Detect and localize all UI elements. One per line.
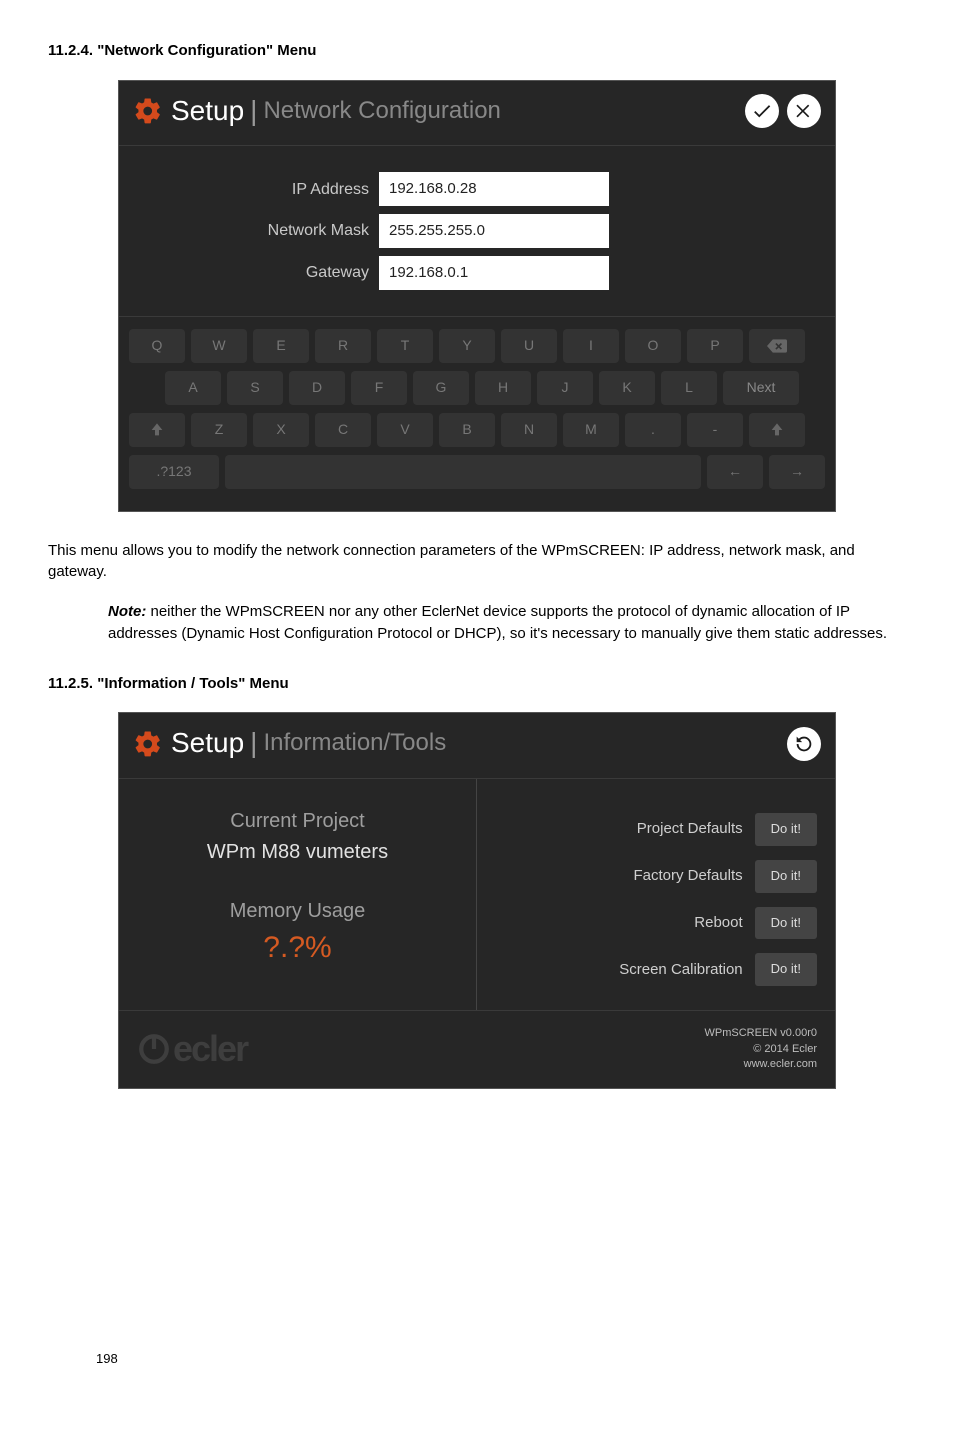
key-R[interactable]: R (315, 329, 371, 363)
title-main: Setup (171, 91, 244, 132)
key-shift[interactable] (129, 413, 185, 447)
key-W[interactable]: W (191, 329, 247, 363)
cancel-button[interactable] (787, 94, 821, 128)
key-L[interactable]: L (661, 371, 717, 405)
info-right-panel: Project Defaults Do it! Factory Defaults… (477, 779, 835, 1010)
title-sub: Network Configuration (263, 94, 500, 129)
project-defaults-label: Project Defaults (637, 818, 743, 840)
key-G[interactable]: G (413, 371, 469, 405)
key-M[interactable]: M (563, 413, 619, 447)
paragraph-network-desc: This menu allows you to modify the netwo… (48, 540, 906, 584)
screen-calibration-label: Screen Calibration (619, 959, 742, 981)
check-icon (751, 100, 773, 122)
key-mode[interactable]: .?123 (129, 455, 219, 489)
current-project-value: WPm M88 vumeters (129, 838, 466, 867)
key-O[interactable]: O (625, 329, 681, 363)
copyright-text: © 2014 Ecler (705, 1042, 817, 1057)
key-B[interactable]: B (439, 413, 495, 447)
key-right-arrow[interactable]: → (769, 455, 825, 489)
key-A[interactable]: A (165, 371, 221, 405)
screen-calibration-button[interactable]: Do it! (755, 953, 817, 986)
title-main: Setup (171, 723, 244, 764)
key-U[interactable]: U (501, 329, 557, 363)
key-J[interactable]: J (537, 371, 593, 405)
memory-usage-value: ?.?% (129, 926, 466, 970)
factory-defaults-button[interactable]: Do it! (755, 860, 817, 893)
key-X[interactable]: X (253, 413, 309, 447)
url-text: www.ecler.com (705, 1057, 817, 1072)
page-number: 198 (96, 1350, 118, 1369)
memory-usage-label: Memory Usage (129, 897, 466, 926)
key-Q[interactable]: Q (129, 329, 185, 363)
gateway-input[interactable]: 192.168.0.1 (379, 256, 609, 290)
network-fields: IP Address 192.168.0.28 Network Mask 255… (119, 146, 835, 316)
back-arrow-icon (793, 733, 815, 755)
title-separator: | (250, 91, 257, 132)
key-Z[interactable]: Z (191, 413, 247, 447)
title-bar: Setup | Network Configuration (119, 81, 835, 147)
version-text: WPmSCREEN v0.00r0 (705, 1026, 817, 1041)
factory-defaults-label: Factory Defaults (633, 865, 742, 887)
note-block: Note: neither the WPmSCREEN nor any othe… (48, 601, 906, 645)
key-left-arrow[interactable]: ← (707, 455, 763, 489)
backspace-icon (767, 339, 787, 353)
key-F[interactable]: F (351, 371, 407, 405)
screenshot-network-config: Setup | Network Configuration IP Address… (118, 80, 836, 512)
key-Y[interactable]: Y (439, 329, 495, 363)
gear-icon (133, 96, 163, 126)
key-dot[interactable]: . (625, 413, 681, 447)
key-K[interactable]: K (599, 371, 655, 405)
gear-icon (133, 729, 163, 759)
key-H[interactable]: H (475, 371, 531, 405)
key-space[interactable] (225, 455, 701, 489)
note-text: neither the WPmSCREEN nor any other Ecle… (108, 603, 887, 642)
key-S[interactable]: S (227, 371, 283, 405)
ecler-logo: ecler (137, 1023, 247, 1075)
screenshot-info-tools: Setup | Information/Tools Current Projec… (118, 712, 836, 1088)
section-heading-info-tools: 11.2.5. "Information / Tools" Menu (48, 673, 906, 695)
project-defaults-button[interactable]: Do it! (755, 813, 817, 846)
current-project-label: Current Project (129, 807, 466, 836)
key-D[interactable]: D (289, 371, 345, 405)
key-shift-right[interactable] (749, 413, 805, 447)
shift-up-icon (149, 422, 165, 438)
info-footer: ecler WPmSCREEN v0.00r0 © 2014 Ecler www… (119, 1010, 835, 1087)
network-mask-label: Network Mask (119, 219, 379, 242)
note-label: Note: (108, 603, 146, 620)
ecler-logo-text: ecler (173, 1023, 247, 1075)
key-dash[interactable]: - (687, 413, 743, 447)
key-next[interactable]: Next (723, 371, 799, 405)
confirm-button[interactable] (745, 94, 779, 128)
title-sub: Information/Tools (263, 726, 446, 761)
ip-address-label: IP Address (119, 178, 379, 201)
network-mask-input[interactable]: 255.255.255.0 (379, 214, 609, 248)
shift-up-icon (769, 422, 785, 438)
key-P[interactable]: P (687, 329, 743, 363)
power-icon (137, 1032, 171, 1066)
title-bar: Setup | Information/Tools (119, 713, 835, 779)
key-I[interactable]: I (563, 329, 619, 363)
back-button[interactable] (787, 727, 821, 761)
key-N[interactable]: N (501, 413, 557, 447)
key-C[interactable]: C (315, 413, 371, 447)
key-T[interactable]: T (377, 329, 433, 363)
key-backspace[interactable] (749, 329, 805, 363)
gateway-label: Gateway (119, 261, 379, 284)
key-E[interactable]: E (253, 329, 309, 363)
reboot-label: Reboot (694, 912, 742, 934)
on-screen-keyboard: Q W E R T Y U I O P A S D F G H J K L Ne… (119, 317, 835, 511)
ip-address-input[interactable]: 192.168.0.28 (379, 172, 609, 206)
key-V[interactable]: V (377, 413, 433, 447)
reboot-button[interactable]: Do it! (755, 907, 817, 940)
close-icon (794, 101, 814, 121)
section-heading-network: 11.2.4. "Network Configuration" Menu (48, 40, 906, 62)
info-left-panel: Current Project WPm M88 vumeters Memory … (119, 779, 477, 1010)
title-separator: | (250, 723, 257, 764)
